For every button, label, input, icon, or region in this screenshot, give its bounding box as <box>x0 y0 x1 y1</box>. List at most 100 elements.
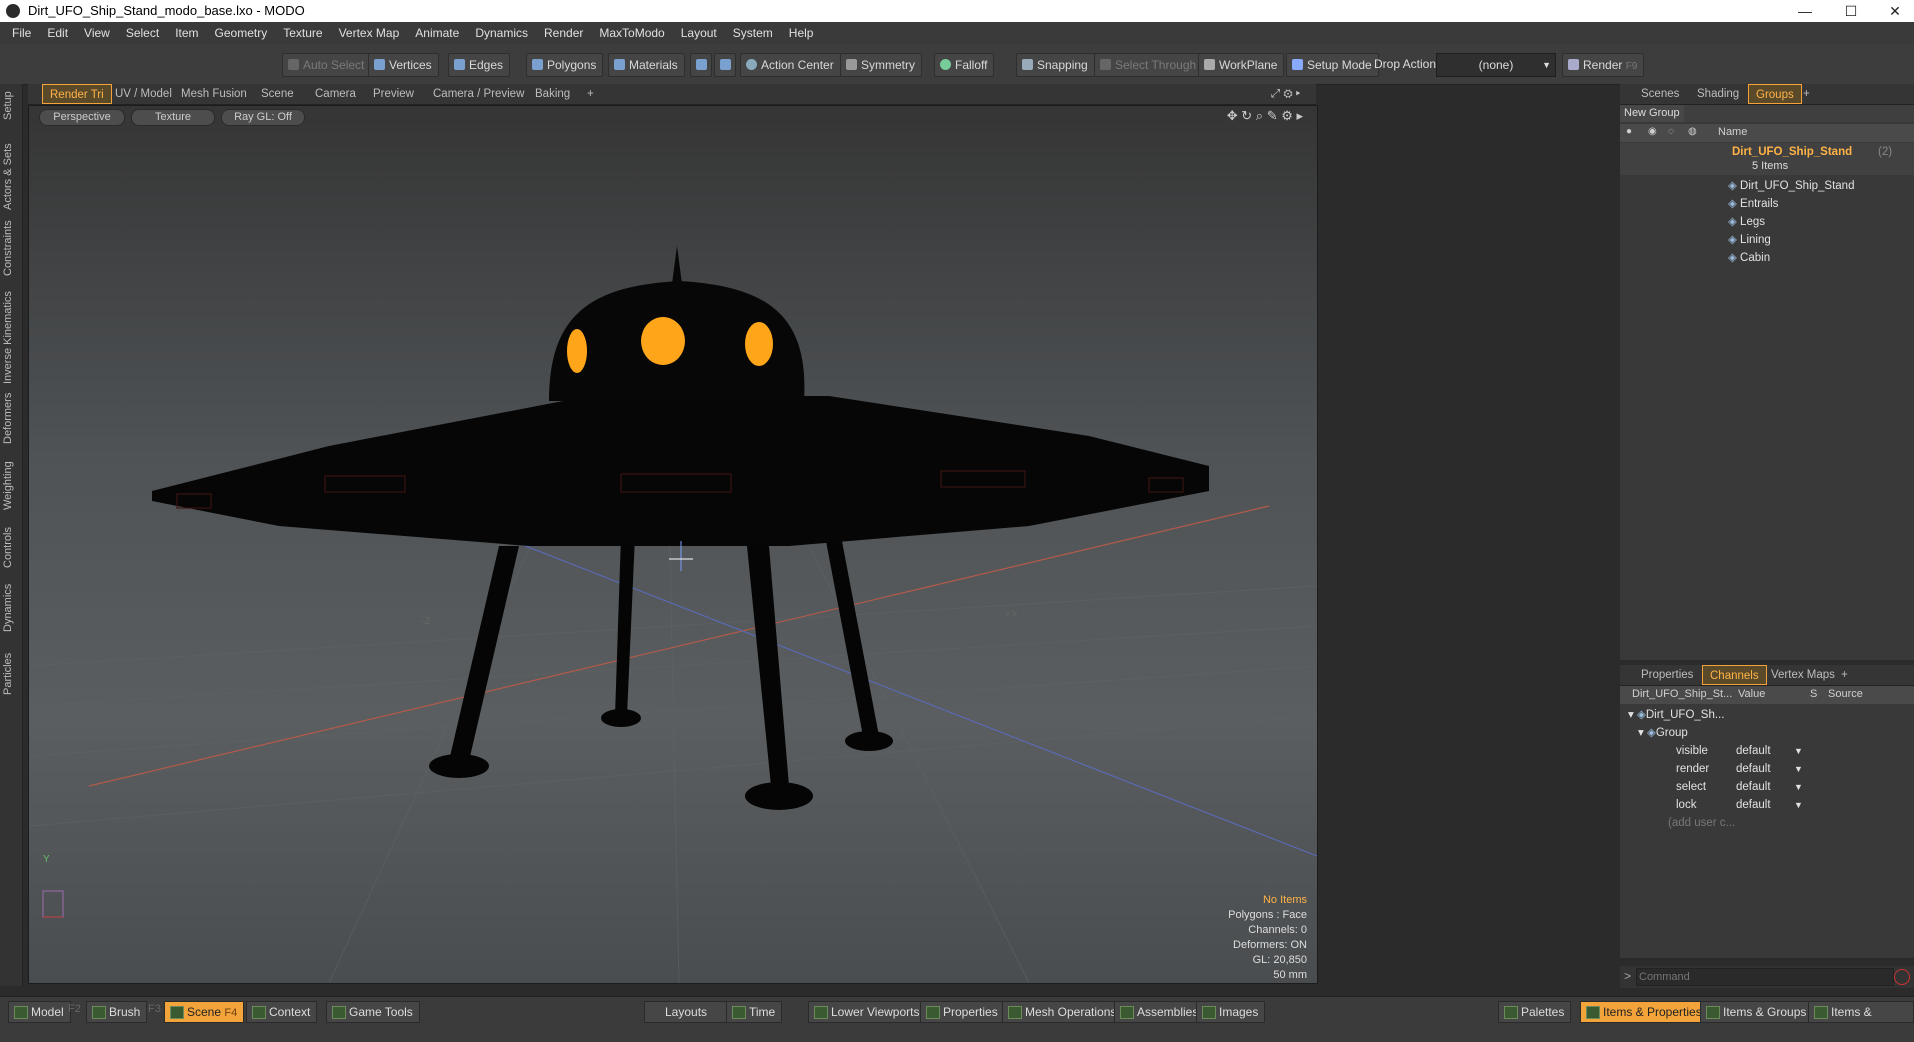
scene-layout-button[interactable]: Scene F4 <box>164 1001 245 1023</box>
lock-icon[interactable]: ◌ <box>1668 126 1674 137</box>
menu-layout[interactable]: Layout <box>673 22 725 44</box>
expand-icon[interactable]: ▾ <box>1628 709 1637 721</box>
workplane-button[interactable]: WorkPlane <box>1198 53 1285 77</box>
drop-action-dropdown[interactable]: (none) ▼ <box>1436 53 1556 77</box>
tab-camera[interactable]: Camera <box>308 84 363 104</box>
add-tab-button[interactable]: + <box>1796 84 1817 104</box>
snapping-button[interactable]: Snapping <box>1016 53 1095 77</box>
tab-inverse-kinematics[interactable]: Inverse Kinematics <box>2 290 20 386</box>
channel-row[interactable]: visible default ▼ <box>1620 742 1914 760</box>
record-icon[interactable] <box>1894 969 1910 985</box>
channels-group-row[interactable]: ▾ ◈Group <box>1638 724 1688 742</box>
menu-vertex-map[interactable]: Vertex Map <box>331 22 408 44</box>
list-item[interactable]: ◈ Cabin <box>1728 249 1770 267</box>
eye-icon[interactable]: ● <box>1626 126 1632 137</box>
select-through-button[interactable]: Select Through <box>1094 53 1204 77</box>
menu-texture[interactable]: Texture <box>275 22 330 44</box>
expand-icon[interactable]: ▾ <box>1638 727 1647 739</box>
symmetry-button[interactable]: Symmetry <box>840 53 922 77</box>
time-button[interactable]: Time <box>726 1001 783 1023</box>
chevron-down-icon[interactable]: ▼ <box>1794 778 1803 796</box>
add-user-channel[interactable]: (add user c... <box>1668 814 1735 832</box>
select-mode-button[interactable] <box>690 53 712 77</box>
3d-viewport[interactable]: Perspective Texture Ray GL: Off ✥ ↻ ⌕ ✎ … <box>28 105 1318 984</box>
close-button[interactable]: ✕ <box>1872 0 1914 22</box>
brush-layout-button[interactable]: Brush <box>86 1001 148 1023</box>
tab-properties[interactable]: Properties <box>1634 665 1700 685</box>
render-button[interactable]: Render F9 <box>1562 53 1645 77</box>
materials-button[interactable]: Materials <box>608 53 685 77</box>
select-toggle-icon[interactable]: ◍ <box>1688 126 1697 137</box>
tab-mesh-fusion[interactable]: Mesh Fusion <box>174 84 254 104</box>
menu-item[interactable]: Item <box>167 22 206 44</box>
list-item[interactable]: ◈ Lining <box>1728 231 1771 249</box>
minimize-button[interactable]: — <box>1782 0 1828 22</box>
assemblies-button[interactable]: Assemblies <box>1114 1001 1206 1023</box>
layouts-button[interactable]: Layouts <box>644 1001 728 1023</box>
properties-button[interactable]: Properties <box>920 1001 1005 1023</box>
tab-baking[interactable]: Baking <box>528 84 577 104</box>
polygons-button[interactable]: Polygons <box>526 53 604 77</box>
list-item[interactable]: ◈ Legs <box>1728 213 1765 231</box>
tab-actors-sets[interactable]: Actors & Sets <box>2 142 20 212</box>
tab-weighting[interactable]: Weighting <box>2 458 20 514</box>
menu-dynamics[interactable]: Dynamics <box>467 22 536 44</box>
tab-constraints[interactable]: Constraints <box>2 218 20 278</box>
command-input[interactable] <box>1636 968 1894 986</box>
tab-scenes[interactable]: Scenes <box>1634 84 1686 104</box>
tab-particles[interactable]: Particles <box>2 646 20 702</box>
tab-setup[interactable]: Setup <box>2 88 20 124</box>
channels-item-row[interactable]: ▾ ◈Dirt_UFO_Sh... <box>1628 706 1724 724</box>
menu-render[interactable]: Render <box>536 22 591 44</box>
channel-row[interactable]: select default ▼ <box>1620 778 1914 796</box>
group-root-row[interactable]: Dirt_UFO_Ship_Stand (2) 5 Items <box>1620 143 1914 175</box>
viewport-options-icon[interactable]: ⤢ ⚙ ▸ <box>1264 84 1307 104</box>
channel-row[interactable]: lock default ▼ <box>1620 796 1914 814</box>
chevron-down-icon[interactable]: ▼ <box>1794 760 1803 778</box>
tab-render-tri[interactable]: Render Tri <box>42 84 112 104</box>
menu-select[interactable]: Select <box>118 22 167 44</box>
items-properties-button[interactable]: Items & Properties <box>1580 1001 1709 1023</box>
tab-camera-preview[interactable]: Camera / Preview <box>426 84 531 104</box>
tab-controls[interactable]: Controls <box>2 524 20 572</box>
game-tools-layout-button[interactable]: Game Tools <box>326 1001 420 1023</box>
channel-row[interactable]: render default ▼ <box>1620 760 1914 778</box>
edges-button[interactable]: Edges <box>448 53 511 77</box>
menu-view[interactable]: View <box>76 22 118 44</box>
images-button[interactable]: Images <box>1196 1001 1266 1023</box>
items-groups-button[interactable]: Items & Groups <box>1700 1001 1814 1023</box>
tab-channels[interactable]: Channels <box>1702 665 1767 685</box>
falloff-button[interactable]: Falloff <box>934 53 995 77</box>
menu-help[interactable]: Help <box>781 22 822 44</box>
tab-scene[interactable]: Scene <box>254 84 301 104</box>
items-shading-button[interactable]: Items & Shading <box>1808 1001 1914 1039</box>
menu-geometry[interactable]: Geometry <box>207 22 276 44</box>
tab-shading[interactable]: Shading <box>1690 84 1746 104</box>
tab-dynamics[interactable]: Dynamics <box>2 580 20 636</box>
list-item[interactable]: ◈ Entrails <box>1728 195 1778 213</box>
context-layout-button[interactable]: Context <box>246 1001 318 1023</box>
tab-groups[interactable]: Groups <box>1748 84 1802 104</box>
menu-animate[interactable]: Animate <box>407 22 467 44</box>
add-tab-button[interactable]: + <box>1834 665 1855 685</box>
menu-edit[interactable]: Edit <box>39 22 76 44</box>
tab-vertex-maps[interactable]: Vertex Maps <box>1764 665 1842 685</box>
tab-deformers[interactable]: Deformers <box>2 390 20 446</box>
item-mode-button[interactable] <box>714 53 736 77</box>
auto-select-button[interactable]: Auto Select <box>282 53 372 77</box>
render-toggle-icon[interactable]: ◉ <box>1648 126 1657 137</box>
vertices-button[interactable]: Vertices <box>368 53 439 77</box>
tab-preview[interactable]: Preview <box>366 84 421 104</box>
setup-mode-button[interactable]: Setup Mode <box>1286 53 1379 77</box>
model-layout-button[interactable]: Model <box>8 1001 71 1023</box>
tab-uv-model[interactable]: UV / Model <box>108 84 179 104</box>
lower-viewports-button[interactable]: Lower Viewports <box>808 1001 927 1023</box>
menu-maxtomodo[interactable]: MaxToModo <box>591 22 672 44</box>
mesh-operations-button[interactable]: Mesh Operations <box>1002 1001 1124 1023</box>
menu-file[interactable]: File <box>0 22 39 44</box>
add-tab-button[interactable]: + <box>580 84 601 104</box>
menu-system[interactable]: System <box>725 22 781 44</box>
action-center-button[interactable]: Action Center <box>740 53 841 77</box>
new-group-button[interactable]: New Group <box>1620 105 1684 122</box>
chevron-down-icon[interactable]: ▼ <box>1794 796 1803 814</box>
